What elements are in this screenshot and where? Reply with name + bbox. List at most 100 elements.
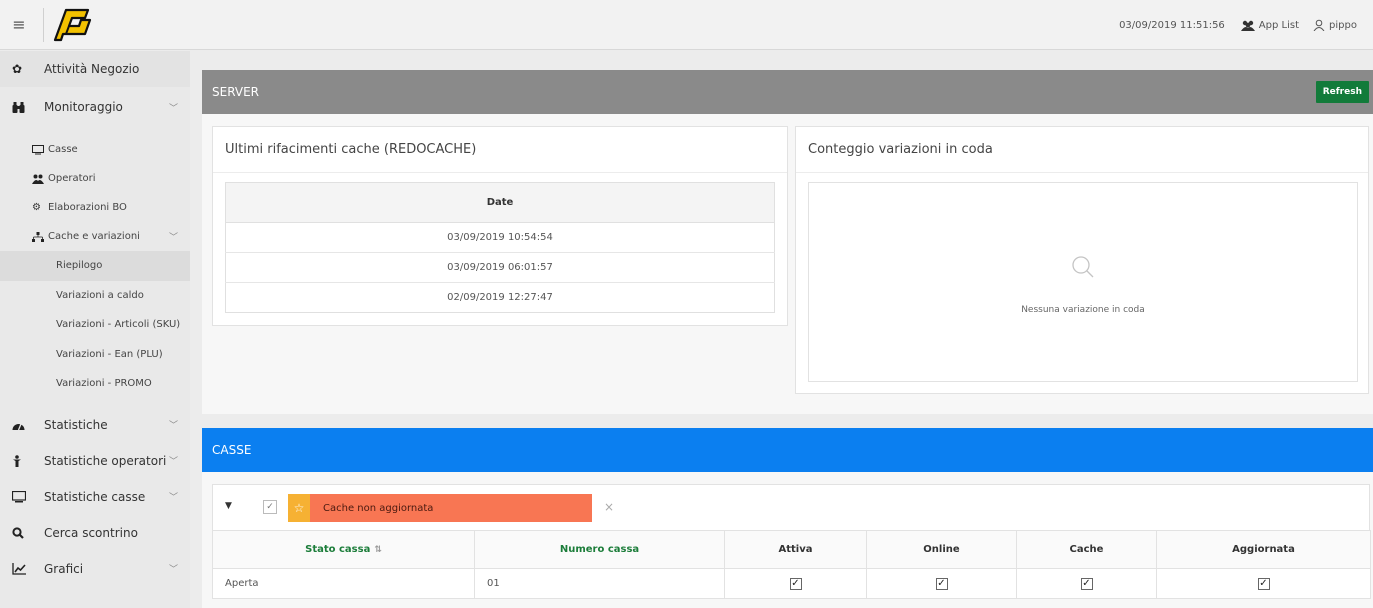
sidebar-item-statistiche-operatori[interactable]: Statistiche operatori ﹀: [0, 443, 190, 479]
sort-icon[interactable]: ⇅: [374, 545, 382, 555]
users-icon: [1240, 20, 1255, 31]
top-right-area: 03/09/2019 11:51:56 App List pippo: [1119, 0, 1373, 50]
sidebar-subitem-elaborazioni-bo[interactable]: ⚙ Elaborazioni BO: [0, 193, 190, 222]
monitor-icon: [32, 144, 46, 155]
chevron-down-icon: ﹀: [168, 457, 178, 467]
line-chart-icon: [12, 562, 32, 575]
app-list-link[interactable]: App List: [1240, 19, 1299, 31]
search-icon: [1072, 256, 1094, 278]
gear-icon: ✿: [12, 62, 23, 76]
top-bar: ≡ 03/09/2019 11:51:56 App List pippo: [0, 0, 1373, 50]
user-menu[interactable]: pippo: [1313, 19, 1373, 31]
sidebar-subitem-variazioni-articoli[interactable]: Variazioni - Articoli (SKU): [0, 310, 190, 340]
column-label: Stato cassa: [305, 544, 371, 555]
chevron-down-icon: ﹀: [168, 493, 178, 503]
divider: [43, 8, 44, 42]
casse-table: Stato cassa ⇅ Numero cassa Attiva Online …: [212, 530, 1371, 599]
column-header-numero-cassa[interactable]: Numero cassa: [474, 530, 725, 569]
checked-checkbox-icon: ✓: [1257, 577, 1270, 590]
user-icon: [1313, 19, 1325, 31]
checked-checkbox-icon: ✓: [789, 577, 802, 590]
sidebar-item-label: Statistiche: [44, 417, 108, 432]
sidebar-item-label: Monitoraggio: [44, 100, 123, 114]
search-icon: [12, 526, 32, 539]
users-icon: [32, 174, 46, 184]
online-cell: ✓: [866, 568, 1017, 599]
caret-down-icon[interactable]: ▼: [225, 501, 232, 511]
sidebar-subitem-label: Elaborazioni BO: [48, 202, 127, 213]
refresh-button[interactable]: Refresh: [1315, 81, 1369, 103]
sidebar-item-label: Cerca scontrino: [44, 525, 138, 540]
sidebar-subitem-variazioni-ean[interactable]: Variazioni - Ean (PLU): [0, 340, 190, 370]
stato-cassa-cell: Aperta: [212, 568, 475, 599]
sidebar-item-statistiche[interactable]: Statistiche ﹀: [0, 407, 190, 443]
table-row: 03/09/2019 06:01:57: [225, 252, 775, 283]
sidebar-item-label: Statistiche operatori: [44, 453, 167, 468]
redocache-table: Date 03/09/2019 10:54:54 03/09/2019 06:0…: [225, 182, 775, 313]
column-header-online[interactable]: Online: [866, 530, 1017, 569]
user-name: pippo: [1329, 19, 1357, 31]
sidebar-item-label: Statistiche casse: [44, 489, 146, 504]
sidebar-subitem-riepilogo[interactable]: Riepilogo: [0, 251, 190, 281]
filter-toolbar: ▼ ✓ ☆ Cache non aggiornata ×: [212, 484, 1370, 530]
app-list-label: App List: [1258, 19, 1299, 31]
star-icon: ☆: [288, 494, 310, 522]
redocache-title: Ultimi rifacimenti cache (REDOCACHE): [213, 127, 787, 173]
filter-tag-label: Cache non aggiornata: [323, 502, 434, 514]
sitemap-icon: [32, 231, 46, 242]
checked-checkbox-icon: ✓: [935, 577, 948, 590]
logo[interactable]: [52, 6, 94, 44]
sidebar-item-statistiche-casse[interactable]: Statistiche casse ﹀: [0, 479, 190, 515]
hamburger-menu-icon[interactable]: ≡: [8, 14, 30, 36]
column-header-attiva[interactable]: Attiva: [724, 530, 867, 569]
chevron-down-icon: ﹀: [168, 565, 178, 575]
variazioni-card: Conteggio variazioni in coda Nessuna var…: [795, 126, 1369, 394]
cache-cell: ✓: [1016, 568, 1157, 599]
filter-tag[interactable]: ☆ Cache non aggiornata: [288, 494, 592, 522]
column-header-stato-cassa[interactable]: Stato cassa ⇅: [212, 530, 475, 569]
attiva-cell: ✓: [724, 568, 867, 599]
column-header-aggiornata[interactable]: Aggiornata: [1156, 530, 1371, 569]
chevron-down-icon: ﹀: [168, 233, 178, 243]
sidebar-subitem-cache-variazioni[interactable]: Cache e variazioni ﹀: [0, 222, 190, 251]
sidebar-subitem-operatori[interactable]: Operatori: [0, 164, 190, 193]
variazioni-title: Conteggio variazioni in coda: [796, 127, 1368, 173]
dashboard-icon: [12, 420, 32, 430]
sidebar-item-monitoraggio[interactable]: Monitoraggio ﹀: [0, 87, 190, 127]
table-row: 02/09/2019 12:27:47: [225, 282, 775, 313]
sidebar-item-grafici[interactable]: Grafici ﹀: [0, 551, 190, 587]
table-row[interactable]: Aperta 01 ✓ ✓ ✓ ✓: [212, 568, 1371, 599]
person-icon: [12, 454, 32, 467]
date-column-header: Date: [225, 182, 775, 223]
server-panel-header: SERVER Refresh: [202, 70, 1373, 114]
server-panel-title: SERVER: [212, 85, 260, 99]
empty-state: Nessuna variazione in coda: [808, 182, 1358, 382]
sidebar-item-label: Grafici: [44, 561, 84, 576]
checked-checkbox-icon: ✓: [1080, 577, 1093, 590]
redocache-card: Ultimi rifacimenti cache (REDOCACHE) Dat…: [212, 126, 788, 326]
sidebar-subitem-variazioni-promo[interactable]: Variazioni - PROMO: [0, 369, 190, 399]
sidebar: ✿ Attività Negozio Monitoraggio ﹀ Casse …: [0, 51, 190, 608]
cogs-icon: ⚙: [32, 202, 41, 213]
monitor-icon: [12, 490, 32, 503]
sidebar-subitem-label: Operatori: [48, 173, 96, 184]
sidebar-item-cerca-scontrino[interactable]: Cerca scontrino: [0, 515, 190, 551]
date-cell: 03/09/2019 06:01:57: [225, 252, 775, 283]
casse-panel-title: CASSE: [212, 443, 252, 457]
chevron-down-icon: ﹀: [168, 421, 178, 431]
sidebar-item-attivita-negozio[interactable]: ✿ Attività Negozio: [0, 51, 190, 87]
date-cell: 02/09/2019 12:27:47: [225, 282, 775, 313]
sidebar-subitem-casse[interactable]: Casse: [0, 135, 190, 164]
aggiornata-cell: ✓: [1156, 568, 1371, 599]
current-datetime: 03/09/2019 11:51:56: [1119, 19, 1225, 31]
select-all-checkbox[interactable]: ✓: [263, 500, 277, 514]
binoculars-icon: [12, 101, 32, 113]
sidebar-subitem-variazioni-a-caldo[interactable]: Variazioni a caldo: [0, 281, 190, 311]
table-row: 03/09/2019 10:54:54: [225, 222, 775, 253]
column-header-cache[interactable]: Cache: [1016, 530, 1157, 569]
sidebar-subitem-label: Casse: [48, 144, 78, 155]
date-cell: 03/09/2019 10:54:54: [225, 222, 775, 253]
close-icon[interactable]: ×: [604, 500, 614, 514]
